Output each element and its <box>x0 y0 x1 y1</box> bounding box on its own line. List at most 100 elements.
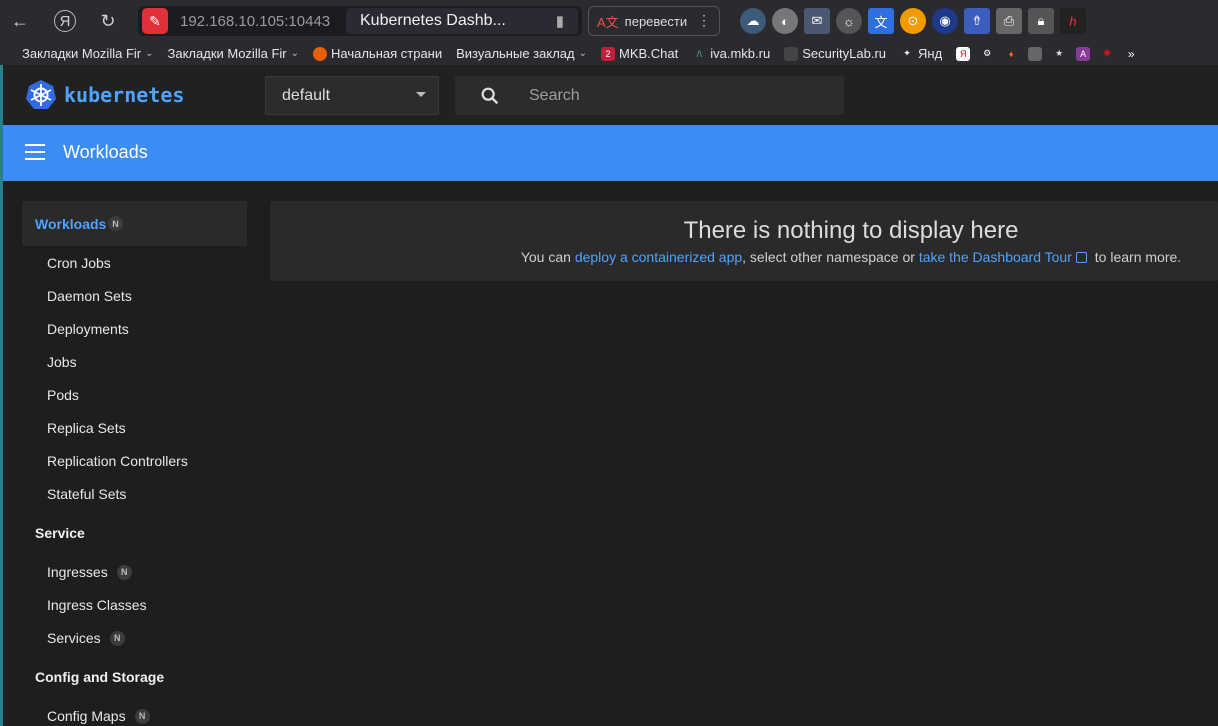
namespace-select[interactable]: default <box>265 76 439 115</box>
extension-translate-icon[interactable]: 文 <box>868 8 894 34</box>
hamburger-menu-icon[interactable] <box>25 144 45 162</box>
sidebar-item-jobs[interactable]: Jobs <box>47 354 77 370</box>
extension-bookmark-icon[interactable]: ⇮ <box>964 8 990 34</box>
bookmark-fire-icon[interactable]: ♦ <box>1004 47 1018 61</box>
sidebar-item-label: Replica Sets <box>47 420 126 436</box>
extension-weather-icon[interactable]: ☼ <box>836 8 862 34</box>
namespaced-badge: N <box>116 564 132 580</box>
sidebar-item-replica-sets[interactable]: Replica Sets <box>47 420 126 436</box>
extension-lock-icon[interactable]: 🔒︎ <box>1028 8 1054 34</box>
title-bar: Workloads <box>3 125 1218 181</box>
kubernetes-logo-icon[interactable] <box>25 79 57 111</box>
bookmark-icon[interactable]: ▮ <box>556 12 564 30</box>
reload-icon[interactable]: ↻ <box>94 7 122 35</box>
namespaced-badge: N <box>108 216 123 231</box>
firefox-icon <box>313 46 327 61</box>
empty-state-title: There is nothing to display here <box>683 217 1019 244</box>
bookmark-item[interactable]: SecurityLab.ru <box>784 46 886 61</box>
address-bar[interactable]: ✎ 192.168.10.105:10443 Kubernetes Dashb.… <box>138 6 582 36</box>
sidebar-item-cron-jobs[interactable]: Cron Jobs <box>47 255 111 271</box>
bookmark-folder[interactable]: Закладки Mozilla Fir ⌄ <box>22 46 154 61</box>
sidebar-item-ingresses[interactable]: Ingresses N <box>47 564 132 580</box>
sidebar-item-ingress-classes[interactable]: Ingress Classes <box>47 597 147 613</box>
back-arrow-icon[interactable]: ← <box>6 7 34 35</box>
bookmark-label: Закладки Mozilla Fir <box>22 46 142 61</box>
extension-cloud-icon[interactable]: ☁ <box>740 8 766 34</box>
sidebar-item-deployments[interactable]: Deployments <box>47 321 129 337</box>
bookmark-item[interactable]: Начальная страни <box>313 46 442 61</box>
empty-state-card: There is nothing to display here You can… <box>270 201 1218 281</box>
search-box[interactable] <box>455 76 844 115</box>
bookmark-star-icon[interactable]: ★ <box>1052 47 1066 61</box>
sidebar-item-label: Cron Jobs <box>47 255 111 271</box>
sidebar-item-pods[interactable]: Pods <box>47 387 79 403</box>
brand-name[interactable]: kubernetes <box>64 83 184 107</box>
sidebar-section-config-storage[interactable]: Config and Storage <box>35 669 164 685</box>
sidebar-item-label: Deployments <box>47 321 129 337</box>
sidebar-item-label: Jobs <box>47 354 77 370</box>
bookmark-folder[interactable]: Закладки Mozilla Fir ⌄ <box>168 46 300 61</box>
sidebar-item-label: Stateful Sets <box>47 486 127 502</box>
namespaced-badge: N <box>109 630 125 646</box>
dashboard-tour-link[interactable]: take the Dashboard Tour <box>919 249 1072 265</box>
more-options-icon[interactable]: ⋮ <box>697 12 711 29</box>
bookmark-ai-icon[interactable]: А <box>1076 46 1091 61</box>
bookmark-red-icon[interactable]: ❋ <box>1100 47 1114 61</box>
translate-label: перевести <box>624 13 688 29</box>
bookmark-item[interactable]: /\ iva.mkb.ru <box>692 46 770 61</box>
bookmark-icons-row: Я ⚙ ♦ ★ А ❋ » <box>956 46 1142 61</box>
sidebar-item-label: Replication Controllers <box>47 453 188 469</box>
bookmark-label: Закладки Mozilla Fir <box>167 46 287 61</box>
bookmark-item[interactable]: ✦ Янд <box>900 46 942 61</box>
extension-globe-icon[interactable]: ◉ <box>932 8 958 34</box>
more-bookmarks-icon[interactable]: » <box>1124 47 1138 61</box>
sidebar-item-label: Ingress Classes <box>47 597 147 613</box>
sidebar-item-label: Config Maps <box>47 708 126 724</box>
sidebar-section-service[interactable]: Service <box>35 525 85 541</box>
namespaced-badge: N <box>134 708 150 724</box>
namespace-value: default <box>282 86 331 104</box>
extension-odnoklassniki-icon[interactable]: ⊙ <box>900 8 926 34</box>
chevron-down-icon: ⌄ <box>578 48 587 59</box>
deploy-app-link[interactable]: deploy a containerized app <box>575 249 742 265</box>
bookmark-folder[interactable]: Визуальные заклад ⌄ <box>456 46 587 61</box>
bookmark-label: Янд <box>918 46 943 61</box>
bookmark-item[interactable]: 2 MKB.Chat <box>600 46 678 61</box>
sidebar-item-config-maps[interactable]: Config Maps N <box>47 708 150 724</box>
sidebar-item-label: Pods <box>47 387 79 403</box>
extension-planet-icon[interactable]: ◐ <box>772 8 798 34</box>
iva-icon: /\ <box>696 48 702 59</box>
extension-print-icon[interactable]: ⎙ <box>996 8 1022 34</box>
extension-icons: ☁ ◐ ✉ ☼ 文 ⊙ ◉ ⇮ ⎙ 🔒︎ h <box>740 8 1086 34</box>
bookmark-label: Начальная страни <box>331 46 443 61</box>
sidebar-item-services[interactable]: Services N <box>47 630 125 646</box>
main-content: There is nothing to display here You can… <box>258 181 1218 726</box>
extension-mail-icon[interactable]: ✉ <box>804 8 830 34</box>
sidebar-item-daemon-sets[interactable]: Daemon Sets <box>47 288 132 304</box>
message-text: to learn more. <box>1090 249 1182 265</box>
bookmark-app-icon[interactable] <box>1028 46 1043 61</box>
securitylab-icon <box>784 46 799 61</box>
dropdown-caret-icon <box>416 92 426 97</box>
yandex-icon[interactable]: Я <box>54 10 76 32</box>
page-title: Workloads <box>63 142 148 162</box>
extension-h-icon[interactable]: h <box>1060 8 1086 34</box>
translate-icon: A文 <box>597 14 619 30</box>
translate-button[interactable]: A文 перевести ⋮ <box>588 6 720 36</box>
bookmark-label: SecurityLab.ru <box>802 46 887 61</box>
external-link-icon <box>1075 252 1087 263</box>
sidebar-item-replication-controllers[interactable]: Replication Controllers <box>47 453 188 469</box>
sidebar-item-label: Workloads <box>35 216 107 232</box>
empty-state-message: You can deploy a containerized app, sele… <box>270 249 1218 265</box>
not-secure-icon[interactable]: ✎ <box>142 8 168 34</box>
chevron-down-icon: ⌄ <box>145 48 154 59</box>
sidebar-item-workloads[interactable]: Workloads N <box>22 201 247 246</box>
page-title-box: Kubernetes Dashb... ▮ <box>346 8 578 34</box>
bookmark-gear-icon[interactable]: ⚙ <box>980 47 994 61</box>
sidebar-item-stateful-sets[interactable]: Stateful Sets <box>47 486 126 502</box>
url-host: 192.168.10.105:10443 <box>180 12 331 30</box>
yandex-star-icon: ✦ <box>903 48 911 58</box>
search-input[interactable] <box>529 86 829 105</box>
mkb-chat-icon: 2 <box>600 46 615 61</box>
yandex-bookmark-icon[interactable]: Я <box>956 46 971 61</box>
